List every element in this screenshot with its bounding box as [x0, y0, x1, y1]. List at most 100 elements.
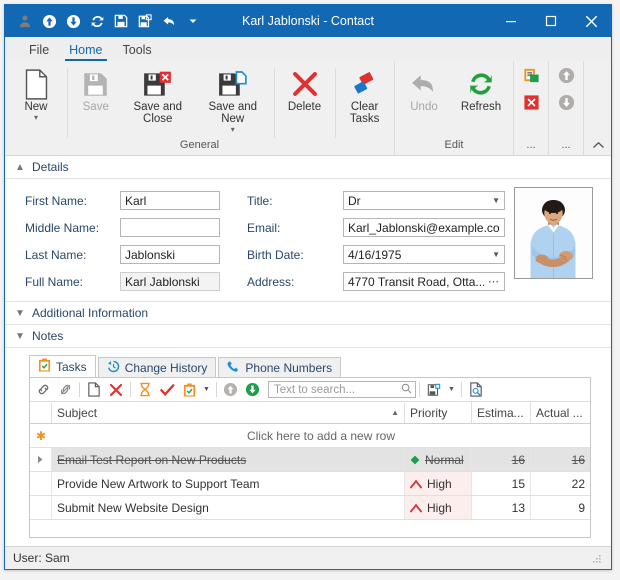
contact-icon[interactable]	[13, 9, 37, 33]
row-subject: Email Test Report on New Products	[52, 448, 405, 471]
chevron-down-icon[interactable]: ▼	[488, 196, 500, 205]
chevron-down-icon[interactable]: ▼	[200, 386, 213, 393]
deferred-icon[interactable]	[134, 379, 156, 400]
new-button[interactable]: New ▾	[7, 65, 65, 123]
section-header-additional-information[interactable]: ▼ Additional Information	[5, 301, 611, 325]
layout-icon[interactable]	[423, 379, 445, 400]
search-icon[interactable]	[401, 383, 412, 397]
last-name-input[interactable]: Jablonski	[120, 245, 220, 264]
grid-header-estimated[interactable]: Estima...	[472, 402, 531, 423]
status-bar-text: User: Sam	[13, 551, 70, 565]
email-input[interactable]: Karl_Jablonski@example.com	[343, 218, 505, 237]
field-email: Email: Karl_Jablonski@example.com	[247, 218, 505, 237]
next-record-icon[interactable]	[61, 9, 85, 33]
undo-icon[interactable]	[157, 9, 181, 33]
tab-tasks[interactable]: Tasks	[29, 355, 96, 377]
details-panel: First Name: Karl Middle Name: Last Name:…	[5, 179, 611, 301]
ribbon-tab-tools[interactable]: Tools	[113, 40, 162, 61]
move-up-icon[interactable]	[558, 67, 575, 87]
tab-change-history[interactable]: Change History	[97, 357, 217, 377]
grid-header-priority-label: Priority	[410, 405, 448, 420]
address-input[interactable]: 4770 Transit Road, Otta... ⋯	[343, 272, 505, 291]
chevron-down-icon: ▼	[15, 330, 25, 342]
print-preview-icon[interactable]	[465, 379, 487, 400]
customize-qat-icon[interactable]	[181, 9, 205, 33]
row-actual: 22	[571, 476, 585, 491]
close-button[interactable]	[571, 5, 611, 37]
ribbon-group-order-label: ...	[561, 139, 571, 151]
new-task-icon[interactable]	[83, 379, 105, 400]
ribbon: New ▾ Save Save and Close Save and New ▾…	[5, 61, 611, 156]
ribbon-group-general: New ▾ Save Save and Close Save and New ▾…	[5, 61, 395, 155]
move-up-icon[interactable]	[220, 379, 242, 400]
move-down-icon[interactable]	[558, 94, 575, 114]
grid-header-row: Subject ▲ Priority Estima... Actual ...	[30, 402, 590, 424]
row-priority-label: Normal	[425, 452, 464, 467]
chevron-down-icon[interactable]: ▾	[231, 126, 235, 134]
undo-icon	[410, 67, 438, 101]
ribbon-group-edit-label: Edit	[444, 139, 464, 151]
grid-header-actual[interactable]: Actual ...	[531, 402, 590, 423]
tab-phone-numbers[interactable]: Phone Numbers	[218, 357, 342, 377]
save-and-new-icon	[218, 67, 247, 101]
row-indicator	[30, 496, 52, 519]
grid-toolbar: ▼ Text to search... ▼	[30, 378, 590, 402]
first-name-input[interactable]: Karl	[120, 191, 220, 210]
ribbon-tab-home[interactable]: Home	[59, 40, 112, 61]
ribbon-tab-file[interactable]: File	[19, 40, 59, 61]
divider	[215, 382, 217, 397]
table-row[interactable]: Provide New Artwork to Support Team High…	[30, 472, 590, 496]
chevron-down-icon: ▼	[15, 307, 25, 319]
middle-name-input[interactable]	[120, 218, 220, 237]
minimize-button[interactable]	[491, 5, 531, 37]
search-input[interactable]: Text to search...	[267, 381, 416, 398]
collapse-ribbon-button[interactable]	[592, 141, 605, 153]
link-icon[interactable]	[32, 379, 54, 400]
chevron-down-icon[interactable]: ▼	[445, 386, 458, 393]
delete-task-icon[interactable]	[105, 379, 127, 400]
paste-icon[interactable]	[523, 67, 540, 87]
section-title-details: Details	[32, 160, 69, 174]
status-icon[interactable]	[178, 379, 200, 400]
chevron-down-icon[interactable]: ▾	[34, 114, 38, 122]
save-and-close-button[interactable]: Save and Close	[122, 65, 194, 127]
unlink-icon[interactable]	[54, 379, 76, 400]
move-down-icon[interactable]	[242, 379, 264, 400]
ellipsis-button[interactable]: ⋯	[484, 276, 500, 287]
table-row[interactable]: Submit New Website Design High 13 9	[30, 496, 590, 520]
grid-header-indicator	[30, 402, 52, 423]
save-and-new-button[interactable]: Save and New ▾	[194, 65, 272, 135]
save-and-close-icon[interactable]	[133, 9, 157, 33]
refresh-button-label: Refresh	[460, 101, 502, 113]
title-combobox[interactable]: Dr ▼	[343, 191, 505, 210]
save-icon[interactable]	[109, 9, 133, 33]
refresh-button[interactable]: Refresh	[451, 65, 511, 115]
tab-change-history-label: Change History	[124, 360, 208, 375]
section-header-notes[interactable]: ▼ Notes	[5, 325, 611, 348]
undo-button[interactable]: Undo	[397, 65, 451, 115]
delete-button[interactable]: Delete	[277, 65, 333, 115]
clear-tasks-button[interactable]: Clear Tasks	[337, 65, 392, 127]
last-name-value: Jablonski	[125, 247, 176, 262]
save-icon	[82, 67, 109, 101]
section-header-details[interactable]: ▲ Details	[5, 156, 611, 179]
previous-record-icon[interactable]	[37, 9, 61, 33]
grid-header-priority[interactable]: Priority	[405, 402, 472, 423]
delete-button-label: Delete	[287, 101, 322, 113]
grid-new-row[interactable]: ✱ Click here to add a new row	[30, 424, 590, 448]
refresh-icon[interactable]	[85, 9, 109, 33]
table-row[interactable]: Email Test Report on New Products Normal…	[30, 448, 590, 472]
field-last-name-label: Last Name:	[25, 247, 87, 262]
grid-header-subject[interactable]: Subject ▲	[52, 402, 405, 423]
full-name-input: Karl Jablonski	[120, 272, 220, 291]
birth-date-picker[interactable]: 4/16/1975 ▼	[343, 245, 505, 264]
field-middle-name: Middle Name:	[25, 218, 220, 237]
resize-grip-icon[interactable]	[592, 552, 603, 565]
cancel-icon[interactable]	[523, 94, 540, 114]
maximize-button[interactable]	[531, 5, 571, 37]
row-priority-label: High	[427, 476, 452, 491]
divider	[273, 68, 275, 138]
chevron-down-icon[interactable]: ▼	[488, 250, 500, 259]
complete-icon[interactable]	[156, 379, 178, 400]
save-button[interactable]: Save	[70, 65, 122, 115]
